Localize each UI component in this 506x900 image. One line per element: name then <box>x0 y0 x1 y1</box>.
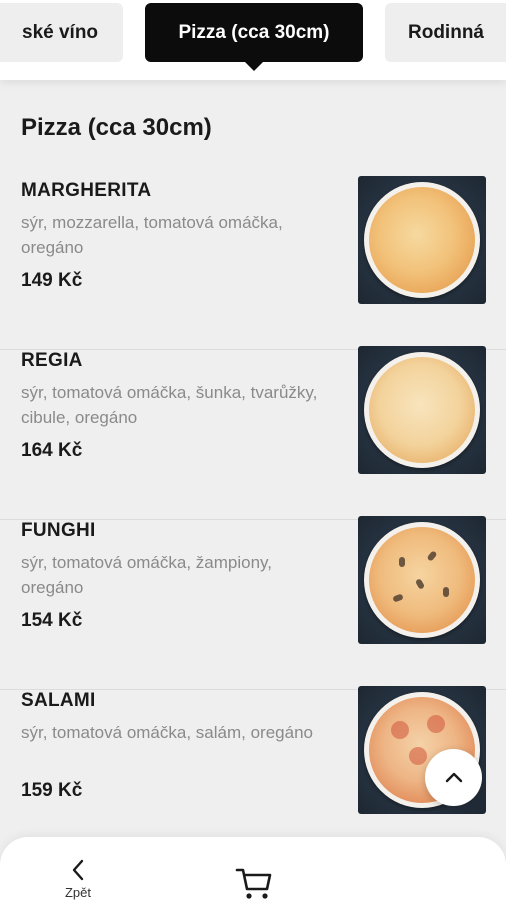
mushroom-topping <box>443 587 449 597</box>
item-name: REGIA <box>21 350 83 371</box>
mushroom-topping <box>399 557 405 567</box>
chevron-up-icon <box>445 772 462 782</box>
category-tab-wine[interactable]: ské víno <box>0 3 123 62</box>
salami-topping <box>409 747 427 765</box>
item-description: sýr, tomatová omáčka, šunka, tvarůžky, c… <box>21 383 318 427</box>
section-title: Pizza (cca 30cm) <box>21 114 212 141</box>
item-photo[interactable] <box>358 176 486 304</box>
pizza-image <box>369 357 475 463</box>
mushroom-topping <box>426 550 438 562</box>
mushroom-topping <box>414 578 426 590</box>
scroll-to-top-button[interactable] <box>425 749 482 806</box>
item-description: sýr, tomatová omáčka, salám, oregáno <box>21 723 313 742</box>
category-tab-label: ské víno <box>22 21 99 43</box>
menu-item-funghi[interactable]: FUNGHI sýr, tomatová omáčka, žampiony, o… <box>0 516 506 690</box>
back-label: Zpět <box>64 885 91 900</box>
item-description: sýr, tomatová omáčka, žampiony, oregáno <box>21 553 273 597</box>
pizza-image <box>369 527 475 633</box>
item-name: MARGHERITA <box>21 180 152 201</box>
menu-item-margherita[interactable]: MARGHERITA sýr, mozzarella, tomatová omá… <box>0 176 506 350</box>
cart-button[interactable] <box>235 865 273 900</box>
back-button[interactable]: Zpět <box>48 857 108 900</box>
plate <box>364 182 480 298</box>
item-price: 159 Kč <box>21 780 83 801</box>
category-tab-family[interactable]: Rodinná <box>385 3 506 62</box>
category-tab-label: Pizza (cca 30cm) <box>178 21 330 43</box>
plate <box>364 352 480 468</box>
category-tab-pizza[interactable]: Pizza (cca 30cm) <box>145 3 363 71</box>
item-photo[interactable] <box>358 346 486 474</box>
salami-topping <box>427 715 445 733</box>
menu-item-regia[interactable]: REGIA sýr, tomatová omáčka, šunka, tvarů… <box>0 346 506 520</box>
item-name: FUNGHI <box>21 520 96 541</box>
salami-topping <box>391 721 409 739</box>
item-name: SALAMI <box>21 690 96 711</box>
mushroom-topping <box>392 593 404 603</box>
chevron-left-icon <box>72 859 84 881</box>
plate <box>364 522 480 638</box>
bottom-navigation: Zpět <box>0 837 506 900</box>
pizza-image <box>369 187 475 293</box>
category-bar: ské víno Pizza (cca 30cm) Rodinná <box>0 0 506 80</box>
item-price: 154 Kč <box>21 610 83 631</box>
item-description: sýr, mozzarella, tomatová omáčka, oregán… <box>21 213 283 257</box>
category-tab-label: Rodinná <box>408 21 484 43</box>
item-photo[interactable] <box>358 516 486 644</box>
item-price: 164 Kč <box>21 440 83 461</box>
cart-icon <box>235 868 272 899</box>
item-price: 149 Kč <box>21 270 83 291</box>
